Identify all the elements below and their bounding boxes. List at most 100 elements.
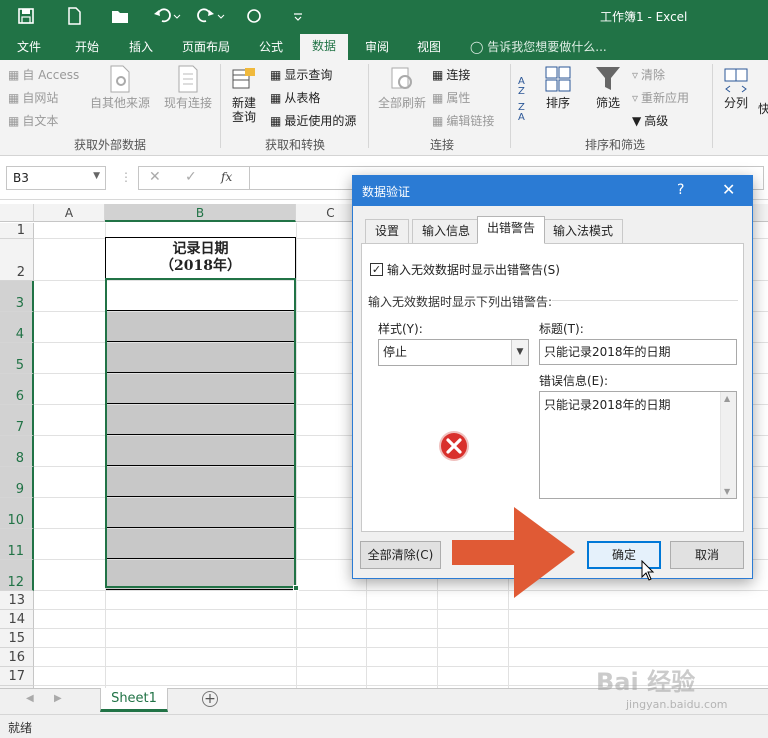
existing-connections-button[interactable]: 现有连接 (160, 64, 216, 110)
textarea-scrollbar[interactable]: ▲ ▼ (720, 392, 736, 498)
add-sheet-icon[interactable]: + (202, 691, 218, 707)
clear-all-button[interactable]: 全部清除(C) (360, 541, 441, 569)
mouse-cursor-icon (641, 560, 655, 581)
help-button[interactable]: ? (677, 182, 684, 198)
select-all-corner[interactable] (0, 204, 34, 222)
undo-icon[interactable] (152, 6, 182, 26)
row-header-14[interactable]: 14 (0, 610, 34, 629)
cancel-icon[interactable]: ✕ (149, 169, 161, 185)
row-header-15[interactable]: 15 (0, 629, 34, 648)
new-query-button[interactable]: 新建 查询 (224, 64, 264, 124)
from-table-button[interactable]: ▦ 从表格 (270, 89, 320, 106)
separator (712, 64, 713, 148)
tab-settings[interactable]: 设置 (365, 219, 410, 243)
customize-qat-icon[interactable] (290, 6, 306, 26)
save-icon[interactable] (16, 6, 36, 26)
row-header-13[interactable]: 13 (0, 591, 34, 610)
from-web-button[interactable]: ▦ 自网站 (8, 89, 58, 106)
header-cell-b2[interactable]: 记录日期 （2018年） (105, 237, 296, 279)
selected-range[interactable] (105, 278, 296, 588)
flash-fill-partial[interactable]: 快 (758, 100, 768, 117)
row-header-6[interactable]: 6 (0, 374, 34, 405)
row-header-5[interactable]: 5 (0, 343, 34, 374)
show-queries-button[interactable]: ▦ 显示查询 (270, 66, 332, 83)
cancel-button[interactable]: 取消 (670, 541, 744, 569)
show-alert-checkbox[interactable]: ✓ (370, 263, 383, 276)
tab-view[interactable]: 视图 (417, 38, 441, 56)
grid-line (34, 609, 768, 610)
tab-input-message[interactable]: 输入信息 (412, 219, 481, 243)
name-box[interactable]: B3 ▼ (6, 166, 106, 190)
tab-review[interactable]: 审阅 (365, 38, 389, 56)
connections-icon: ▦ (432, 67, 444, 82)
advanced-filter-button[interactable]: ▼ 高级 (632, 112, 668, 129)
redo-icon[interactable] (196, 6, 226, 26)
grid-line (296, 223, 297, 688)
tab-insert[interactable]: 插入 (129, 38, 153, 56)
row-header-7[interactable]: 7 (0, 405, 34, 436)
sort-az-icon[interactable]: AZZA (516, 70, 536, 120)
tell-me-box[interactable]: ◯ 告诉我您想要做什么... (470, 38, 607, 55)
reapply-button[interactable]: ▿ 重新应用 (632, 89, 689, 106)
tab-page-layout[interactable]: 页面布局 (182, 38, 230, 56)
sheet-tab-sheet1[interactable]: Sheet1 (100, 688, 168, 712)
edit-links-button[interactable]: ▦ 编辑链接 (432, 112, 494, 129)
row-header-8[interactable]: 8 (0, 436, 34, 467)
funnel-icon (596, 67, 620, 90)
style-select[interactable]: 停止 ▼ (378, 339, 529, 366)
next-sheet-icon[interactable]: ▶ (54, 693, 62, 704)
edit-links-icon: ▦ (432, 113, 444, 128)
group-label-sort-filter: 排序和筛选 (584, 138, 645, 152)
tab-input-method[interactable]: 输入法模式 (543, 219, 624, 243)
error-message-textarea[interactable]: 只能记录2018年的日期 ▲ ▼ (539, 391, 737, 499)
sort-button[interactable]: 排序 (540, 64, 576, 110)
tab-data[interactable]: 数据 (300, 34, 349, 60)
status-text: 就绪 (8, 721, 33, 735)
row-header-4[interactable]: 4 (0, 312, 34, 343)
recent-sources-button[interactable]: ▦ 最近使用的源 (270, 112, 356, 129)
filter-button[interactable]: 筛选 (590, 64, 626, 110)
refresh-all-button[interactable]: 全部刷新 (374, 64, 430, 110)
tab-error-alert[interactable]: 出错警告 (477, 216, 546, 244)
row-header-17[interactable]: 17 (0, 667, 34, 686)
column-header-a[interactable]: A (34, 204, 105, 222)
open-folder-icon[interactable] (110, 6, 130, 26)
connections-button[interactable]: ▦ 连接 (432, 66, 470, 83)
row-header-9[interactable]: 9 (0, 467, 34, 498)
row-header-10[interactable]: 10 (0, 498, 34, 529)
from-access-button[interactable]: ▦ 自 Access (8, 66, 79, 83)
other-sources-button[interactable]: 自其他来源 (88, 64, 152, 110)
text-to-columns-button[interactable]: 分列 (718, 64, 754, 110)
show-queries-icon: ▦ (270, 67, 282, 82)
row-header-12[interactable]: 12 (0, 560, 34, 591)
new-query-icon (232, 68, 255, 89)
row-header-11[interactable]: 11 (0, 529, 34, 560)
recent-sources-icon: ▦ (270, 113, 282, 128)
clear-filter-button[interactable]: ▿ 清除 (632, 66, 665, 83)
from-text-button[interactable]: ▦ 自文本 (8, 112, 58, 129)
tab-file[interactable]: 文件 (17, 38, 41, 56)
access-icon: ▦ (8, 67, 20, 82)
column-header-b[interactable]: B (105, 204, 296, 222)
insert-function-icon[interactable]: fx (221, 170, 232, 184)
separator (220, 64, 221, 148)
enter-icon[interactable]: ✓ (185, 169, 197, 185)
row-header-3[interactable]: 3 (0, 281, 34, 312)
show-alert-checkbox-row[interactable]: ✓ 输入无效数据时显示出错警告(S) (370, 261, 560, 278)
tab-home[interactable]: 开始 (75, 38, 99, 56)
row-header-1[interactable]: 1 (0, 223, 34, 239)
row-header-2[interactable]: 2 (0, 239, 34, 281)
properties-button[interactable]: ▦ 属性 (432, 89, 470, 106)
close-icon[interactable]: ✕ (722, 180, 735, 199)
tab-formulas[interactable]: 公式 (259, 38, 283, 56)
dialog-title-bar: 数据验证 ? ✕ (353, 176, 752, 206)
fill-handle[interactable] (293, 585, 299, 591)
new-file-icon[interactable] (64, 6, 84, 26)
alert-title-input[interactable]: 只能记录2018年的日期 (539, 339, 737, 365)
group-label-external: 获取外部数据 (73, 138, 146, 152)
prev-sheet-icon[interactable]: ◀ (26, 693, 34, 704)
circle-icon[interactable] (244, 6, 264, 26)
title-bar: 工作簿1 - Excel (0, 0, 768, 32)
chevron-down-icon: ▼ (93, 171, 100, 181)
row-header-16[interactable]: 16 (0, 648, 34, 667)
